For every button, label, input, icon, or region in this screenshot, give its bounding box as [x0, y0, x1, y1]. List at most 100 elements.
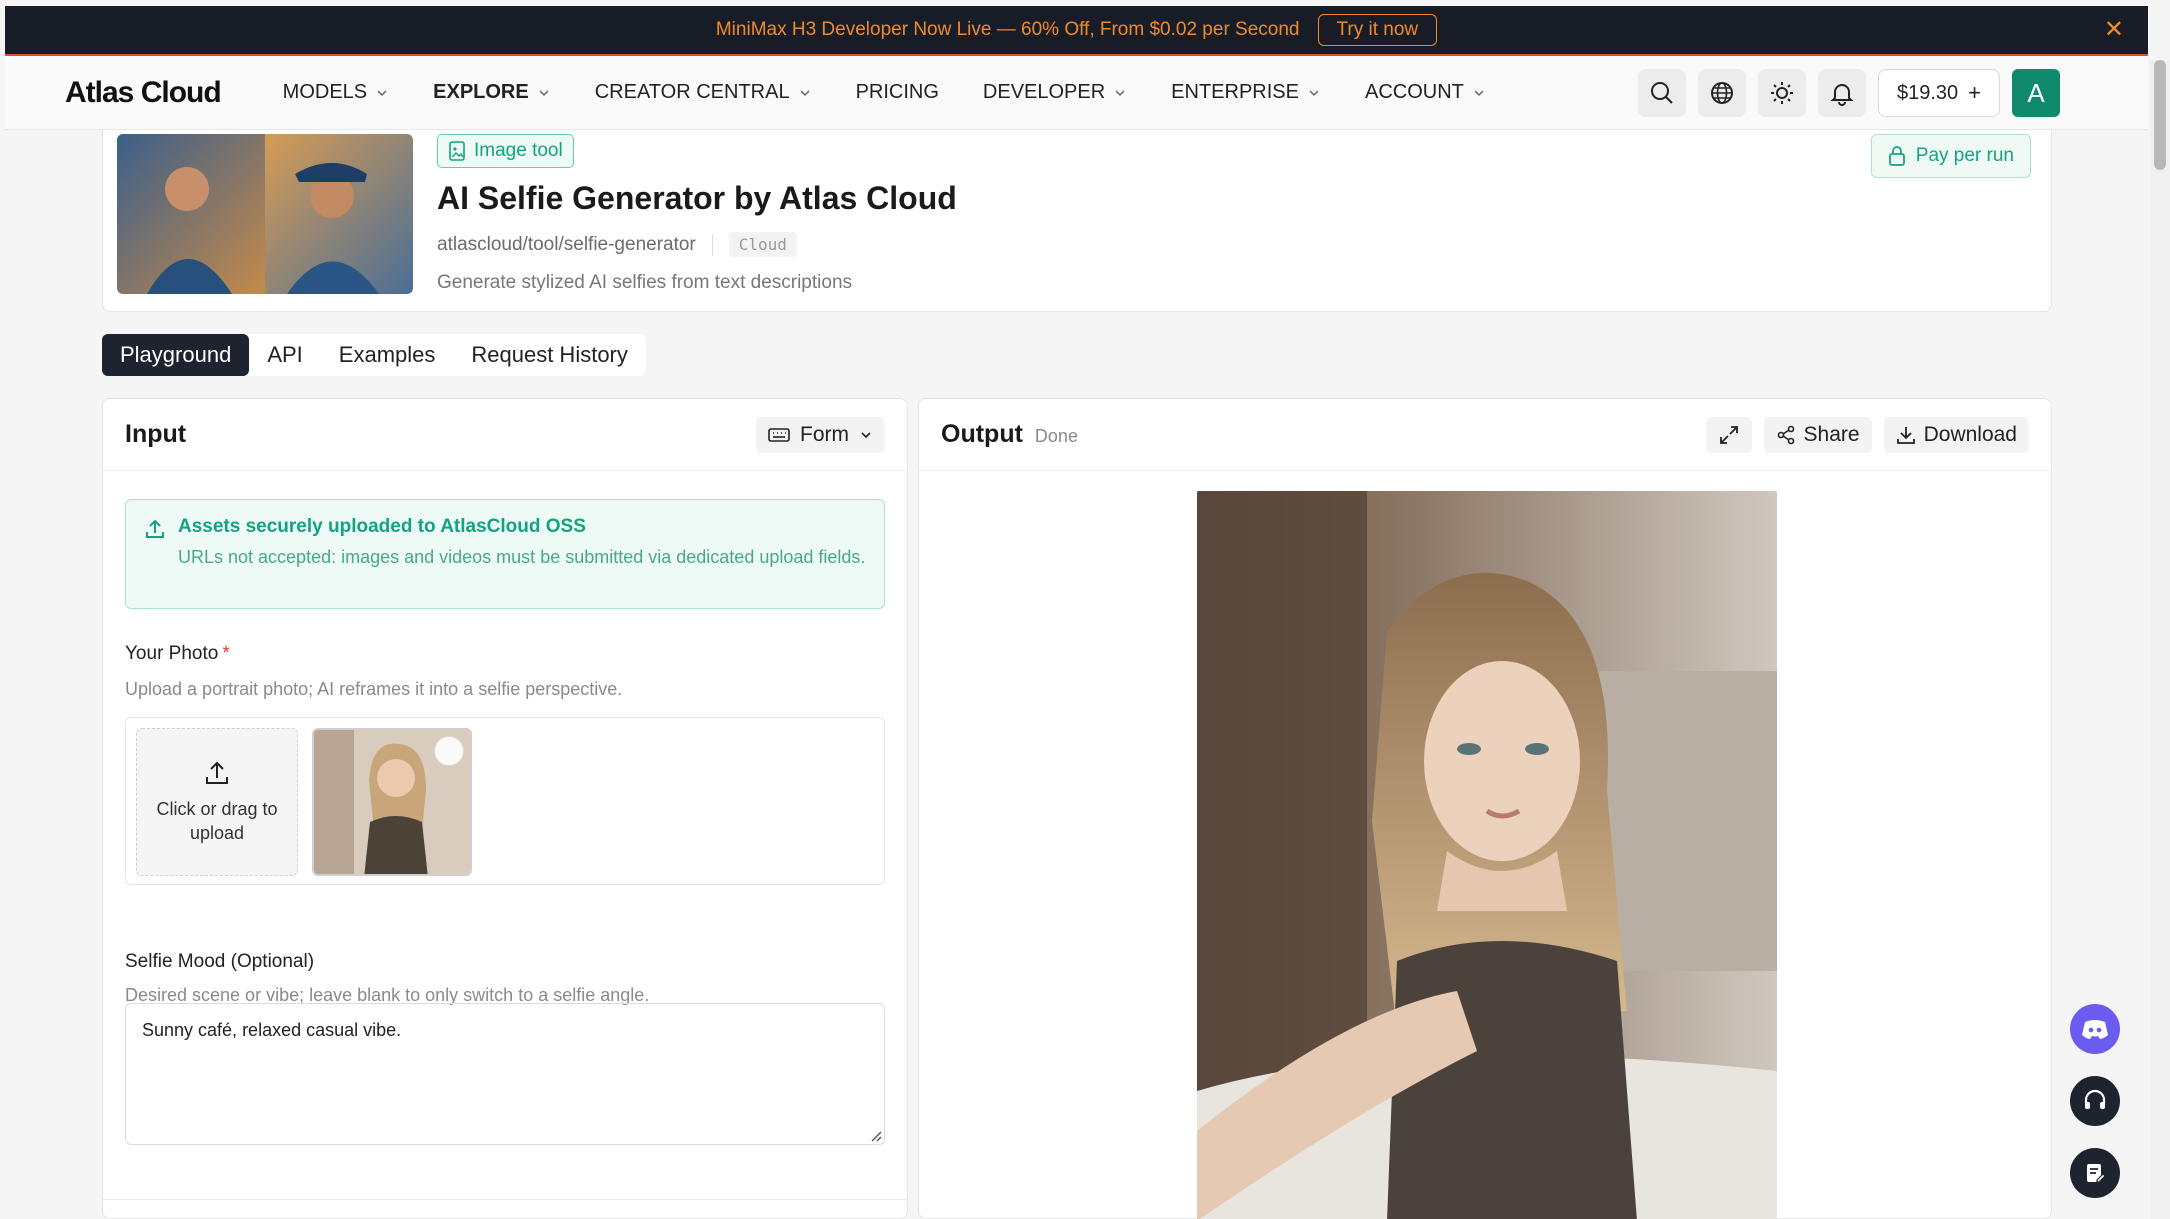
feedback-button[interactable] — [2070, 1148, 2120, 1198]
chevron-down-icon — [377, 89, 387, 96]
nav-actions: $19.30 + A — [1637, 69, 2060, 117]
chevron-down-icon — [1474, 89, 1484, 96]
keyboard-icon — [768, 427, 790, 442]
cloud-badge: Cloud — [728, 232, 797, 257]
input-panel: Input Form Assets securely uploaded to A… — [102, 398, 908, 1219]
output-title-group: Output Done — [941, 420, 1078, 449]
nav-item-label: MODELS — [282, 81, 368, 103]
tool-path-row: atlascloud/tool/selfie-generator Cloud — [437, 232, 797, 257]
tool-path: atlascloud/tool/selfie-generator — [437, 233, 696, 255]
share-label: Share — [1803, 422, 1860, 446]
chevron-down-icon — [1115, 89, 1125, 96]
top-nav: Atlas Cloud MODELS EXPLORE CREATOR CENTR… — [5, 56, 2148, 130]
close-icon[interactable]: ✕ — [2104, 18, 2124, 42]
tab-examples[interactable]: Examples — [321, 334, 454, 376]
download-button[interactable]: Download — [1883, 416, 2029, 453]
nav-item-enterprise[interactable]: ENTERPRISE — [1171, 81, 1321, 104]
nav-item-developer[interactable]: DEVELOPER — [983, 81, 1127, 104]
generated-selfie-image[interactable] — [1197, 491, 1777, 1219]
divider — [711, 233, 713, 256]
nav-item-label: EXPLORE — [433, 81, 529, 103]
balance-button[interactable]: $19.30 + — [1877, 69, 2000, 117]
announcement-bar: MiniMax H3 Developer Now Live — 60% Off,… — [5, 6, 2148, 56]
expand-button[interactable] — [1705, 416, 1752, 453]
sun-icon[interactable] — [1757, 69, 1806, 117]
try-it-now-button[interactable]: Try it now — [1317, 14, 1438, 46]
form-mode-label: Form — [800, 422, 849, 446]
chevron-down-icon — [1309, 89, 1319, 96]
pay-per-run-button[interactable]: Pay per run — [1870, 134, 2031, 178]
nav-item-account[interactable]: ACCOUNT — [1365, 81, 1486, 104]
nav-item-models[interactable]: MODELS — [283, 81, 389, 104]
tool-description: Generate stylized AI selfies from text d… — [437, 272, 853, 293]
plus-icon: + — [1968, 80, 1981, 105]
output-title: Output — [941, 420, 1023, 448]
required-marker: * — [222, 643, 230, 664]
scrollbar-thumb[interactable] — [2154, 60, 2166, 170]
nav-item-label: ACCOUNT — [1364, 81, 1464, 103]
notice-title: Assets securely uploaded to AtlasCloud O… — [178, 516, 586, 537]
notice-body: URLs not accepted: images and videos mus… — [178, 547, 866, 567]
output-panel-header: Output Done Share Download — [919, 399, 2051, 471]
selfie-mood-value: Sunny café, relaxed casual vibe. — [142, 1020, 402, 1040]
photo-help: Upload a portrait photo; AI reframes it … — [125, 679, 623, 699]
photo-label-text: Your Photo — [125, 643, 219, 664]
photo-upload-area: Click or drag to upload — [125, 717, 885, 885]
upload-dropzone[interactable]: Click or drag to upload — [136, 728, 298, 876]
resize-handle-icon[interactable] — [868, 1128, 882, 1142]
tab-playground[interactable]: Playground — [102, 334, 250, 376]
upload-icon — [146, 519, 164, 538]
nav-item-explore[interactable]: EXPLORE — [433, 81, 551, 104]
uploaded-photo-thumbnail[interactable] — [312, 728, 472, 876]
image-file-icon — [449, 141, 465, 161]
share-button[interactable]: Share — [1763, 416, 1872, 453]
nav-item-label: ENTERPRISE — [1171, 81, 1299, 103]
lock-icon — [1888, 146, 1905, 166]
nav-item-label: CREATOR CENTRAL — [594, 81, 790, 103]
chevron-down-icon — [539, 89, 549, 96]
chevron-down-icon — [800, 89, 810, 96]
discord-icon — [2082, 1020, 2108, 1039]
status-badge: Done — [1034, 426, 1078, 446]
photo-field-label: Your Photo * — [125, 643, 230, 665]
nav-menu: MODELS EXPLORE CREATOR CENTRAL PRICING D… — [283, 81, 1530, 104]
panel-divider — [103, 1199, 907, 1219]
nav-item-pricing[interactable]: PRICING — [856, 81, 939, 104]
balance-amount: $19.30 — [1896, 81, 1959, 104]
mood-field-label: Selfie Mood (Optional) — [125, 951, 315, 972]
tab-api[interactable]: API — [249, 334, 320, 376]
image-tool-tag: Image tool — [437, 134, 574, 168]
discord-button[interactable] — [2070, 1004, 2120, 1054]
tool-tabs: Playground API Examples Request History — [102, 334, 646, 376]
support-button[interactable] — [2070, 1076, 2120, 1126]
form-mode-dropdown[interactable]: Form — [756, 416, 885, 453]
output-panel: Output Done Share Download — [918, 398, 2052, 1219]
output-actions: Share Download — [1705, 416, 2029, 453]
nav-item-label: DEVELOPER — [982, 81, 1106, 103]
search-icon[interactable] — [1637, 69, 1686, 117]
select-radio[interactable] — [434, 736, 464, 766]
tab-request-history[interactable]: Request History — [453, 334, 646, 376]
download-label: Download — [1923, 422, 2017, 446]
download-icon — [1896, 426, 1915, 444]
selfie-mood-textarea[interactable]: Sunny café, relaxed casual vibe. — [125, 1003, 885, 1145]
expand-icon — [1719, 425, 1738, 444]
input-panel-header: Input Form — [103, 399, 907, 471]
document-edit-icon — [2087, 1164, 2106, 1183]
logo[interactable]: Atlas Cloud — [65, 76, 222, 110]
page-title: AI Selfie Generator by Atlas Cloud — [437, 180, 957, 216]
nav-item-label: PRICING — [855, 81, 939, 103]
pay-per-run-label: Pay per run — [1915, 145, 2014, 166]
upload-icon — [206, 761, 228, 784]
page-scrollbar[interactable] — [2150, 60, 2170, 1219]
image-tool-tag-label: Image tool — [474, 140, 563, 161]
share-icon — [1777, 425, 1794, 444]
globe-icon[interactable] — [1697, 69, 1746, 117]
upload-label: Click or drag to upload — [156, 799, 278, 843]
announcement-text: MiniMax H3 Developer Now Live — 60% Off,… — [715, 19, 1300, 40]
tool-thumbnail — [117, 134, 413, 294]
avatar[interactable]: A — [2012, 69, 2060, 117]
bell-icon[interactable] — [1817, 69, 1866, 117]
chevron-down-icon — [861, 431, 871, 438]
nav-item-creator-central[interactable]: CREATOR CENTRAL — [595, 81, 812, 104]
